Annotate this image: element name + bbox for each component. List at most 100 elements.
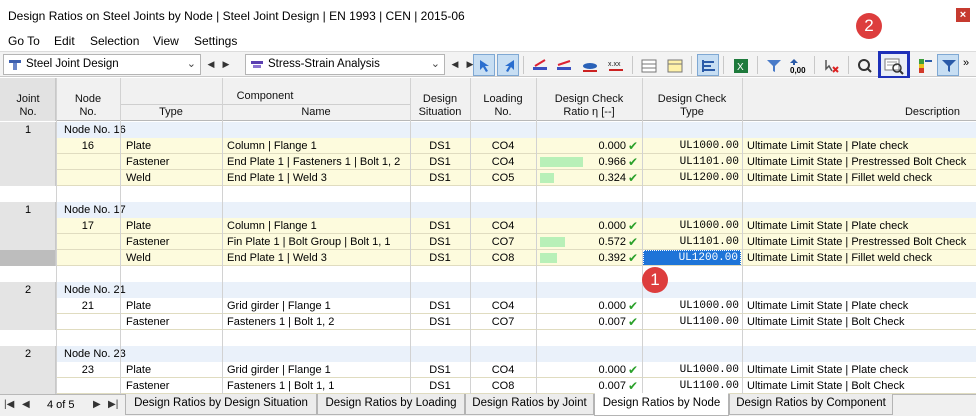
col-checktype[interactable]: Design Check Type xyxy=(642,93,742,119)
loading-cell: CO4 xyxy=(491,364,515,376)
last-page-button[interactable]: ▶| xyxy=(108,399,118,410)
menu-selection[interactable]: Selection xyxy=(90,34,139,48)
group-view-button[interactable] xyxy=(697,54,719,76)
col-type[interactable]: Type xyxy=(120,106,222,119)
col-loading[interactable]: Loading No. xyxy=(470,93,536,119)
group-row[interactable]: 2 Node No. 21 xyxy=(0,282,976,298)
col-situation[interactable]: Design Situation xyxy=(410,93,470,119)
table-row[interactable]: 21 Plate Grid girder | Flange 1 DS1 CO4 0.000… xyxy=(0,298,976,314)
table-row[interactable]: Fastener Fasteners 1 | Bolt 1, 2 DS1 CO7 0.0… xyxy=(0,314,976,330)
analysis-select[interactable]: Stress-Strain Analysis ⌄ xyxy=(245,54,445,75)
tab-1[interactable]: Design Ratios by Loading xyxy=(317,394,465,415)
show-deformation-button[interactable] xyxy=(578,54,600,76)
toolbar-overflow[interactable]: » xyxy=(963,57,969,69)
close-button[interactable]: × xyxy=(956,8,970,22)
type-cell: Fastener xyxy=(126,380,170,392)
select-in-model-button[interactable] xyxy=(473,54,495,76)
callout-badge-2: 2 xyxy=(856,13,882,39)
tab-3[interactable]: Design Ratios by Node xyxy=(594,393,729,416)
ratio-bar-track xyxy=(540,365,584,375)
detail-results-button[interactable] xyxy=(878,51,910,79)
filter-button[interactable] xyxy=(762,54,784,76)
table-row[interactable]: Weld End Plate 1 | Weld 3 DS1 CO5 0.324 ✔ UL12… xyxy=(0,170,976,186)
first-page-button[interactable]: |◀ xyxy=(4,399,14,410)
select-from-model-button[interactable] xyxy=(497,54,519,76)
spacer-row xyxy=(0,330,976,346)
display-settings-button[interactable] xyxy=(853,54,875,76)
menu-view[interactable]: View xyxy=(153,34,179,48)
type-cell: Fastener xyxy=(126,316,170,328)
group-label: Node No. 16 xyxy=(64,124,126,136)
table-row[interactable]: 17 Plate Column | Flange 1 DS1 CO4 0.000 ✔ UL10… xyxy=(0,218,976,234)
export-excel-button[interactable]: X xyxy=(729,54,751,76)
prev-analysis-button[interactable]: ◀ xyxy=(448,55,462,74)
checktype-cell-selected[interactable]: UL1200.00 xyxy=(643,250,741,266)
column-view-button[interactable] xyxy=(663,54,685,76)
show-diagram-button[interactable] xyxy=(552,54,574,76)
table-row[interactable]: 23 Plate Grid girder | Flange 1 DS1 CO4 0.000… xyxy=(0,362,976,378)
checktype-cell: UL1200.00 xyxy=(679,172,739,184)
ratio-bar-track xyxy=(540,157,584,167)
prev-module-button[interactable]: ◀ xyxy=(204,55,218,74)
chevron-down-icon: ⌄ xyxy=(186,58,196,70)
ratio-bar-track xyxy=(540,301,584,311)
svg-text:X: X xyxy=(737,62,744,73)
decimals-label: 0,00 xyxy=(790,66,806,75)
svg-text:x.xx: x.xx xyxy=(608,61,621,68)
group-row[interactable]: 1 Node No. 16 xyxy=(0,122,976,138)
node-cell: 17 xyxy=(81,220,94,232)
module-select[interactable]: Steel Joint Design ⌄ xyxy=(3,54,201,75)
excel-icon: X xyxy=(734,59,748,73)
table-row[interactable]: Fastener End Plate 1 | Fasteners 1 | Bolt… xyxy=(0,154,976,170)
prev-page-button[interactable]: ◀ xyxy=(22,399,30,410)
col-name[interactable]: Name xyxy=(222,106,410,119)
show-values-button[interactable]: x.xx xyxy=(604,54,626,76)
show-result-button[interactable] xyxy=(528,54,550,76)
steel-joint-icon xyxy=(9,60,21,70)
window-title: Design Ratios on Steel Joints by Node | … xyxy=(8,9,465,23)
color-scale-icon xyxy=(919,59,932,73)
menu-edit[interactable]: Edit xyxy=(54,34,75,48)
callout-badge-1: 1 xyxy=(642,267,668,293)
check-ok-icon: ✔ xyxy=(628,315,639,329)
menu-goto[interactable]: Go To xyxy=(8,34,40,48)
joint-cell xyxy=(0,218,56,234)
decimals-button[interactable]: 0,00 xyxy=(786,54,808,76)
type-cell: Plate xyxy=(126,364,152,376)
table-row[interactable]: Fastener Fasteners 1 | Bolt 1, 1 DS1 CO8 0.0… xyxy=(0,378,976,394)
col-ratio[interactable]: Design Check Ratio η [--] xyxy=(536,93,642,119)
color-scale-button[interactable] xyxy=(914,54,936,76)
menu-settings[interactable]: Settings xyxy=(194,34,237,48)
description-cell: Ultimate Limit State | Bolt Check xyxy=(747,316,905,328)
description-cell: Ultimate Limit State | Plate check xyxy=(747,300,909,312)
situation-cell: DS1 xyxy=(429,380,451,392)
loading-cell: CO8 xyxy=(491,252,515,264)
col-description[interactable]: Description xyxy=(742,106,976,119)
situation-cell: DS1 xyxy=(429,156,451,168)
tab-0[interactable]: Design Ratios by Design Situation xyxy=(125,394,317,415)
table-row[interactable]: 16 Plate Column | Flange 1 DS1 CO4 0.000 ✔ UL10… xyxy=(0,138,976,154)
loading-cell: CO4 xyxy=(491,300,515,312)
table-row[interactable]: Fastener Fin Plate 1 | Bolt Group | Bolt … xyxy=(0,234,976,250)
group-row[interactable]: 1 Node No. 17 xyxy=(0,202,976,218)
tab-2[interactable]: Design Ratios by Joint xyxy=(465,394,594,415)
clear-selection-button[interactable] xyxy=(820,54,842,76)
situation-cell: DS1 xyxy=(429,316,451,328)
ratio-cell: 0.000 xyxy=(598,300,626,312)
tab-4[interactable]: Design Ratios by Component xyxy=(729,394,893,415)
loading-cell: CO4 xyxy=(491,140,515,152)
loading-cell: CO4 xyxy=(491,220,515,232)
group-row[interactable]: 2 Node No. 23 xyxy=(0,346,976,362)
filter-results-button[interactable] xyxy=(937,54,959,76)
table-view-button[interactable] xyxy=(637,54,659,76)
next-module-button[interactable]: ▶ xyxy=(219,55,233,74)
type-cell: Plate xyxy=(126,220,152,232)
ratio-bar xyxy=(540,253,557,263)
col-joint[interactable]: Joint No. xyxy=(0,93,56,119)
table-row[interactable]: Weld End Plate 1 | Weld 3 DS1 CO8 0.392 ✔ UL12… xyxy=(0,250,976,266)
description-cell: Ultimate Limit State | Plate check xyxy=(747,140,909,152)
description-cell: Ultimate Limit State | Plate check xyxy=(747,364,909,376)
checktype-cell: UL1100.00 xyxy=(679,380,739,392)
next-page-button[interactable]: ▶ xyxy=(93,399,101,410)
col-node[interactable]: Node No. xyxy=(58,93,118,119)
